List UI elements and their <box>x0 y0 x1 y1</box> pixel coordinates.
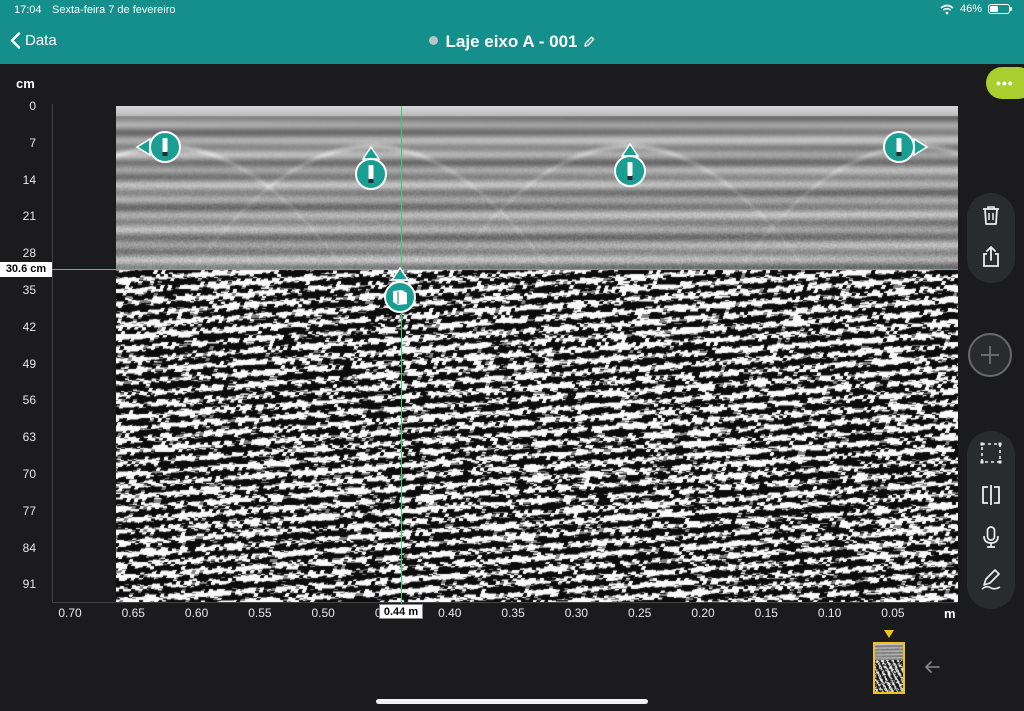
scan-thumbnail-image <box>875 644 903 692</box>
microphone-icon[interactable] <box>979 525 1003 549</box>
position-tick-label: 0.25 <box>628 606 652 620</box>
wifi-icon <box>940 4 954 14</box>
status-time: 17:04 <box>14 4 42 16</box>
depth-tick-label: 21 <box>22 209 36 224</box>
position-tick-label: 0.40 <box>438 606 462 620</box>
more-button[interactable]: ••• <box>986 67 1024 99</box>
battery-percent: 46% <box>959 3 982 15</box>
pencil-icon[interactable] <box>583 35 595 48</box>
status-date: Sexta-feira 7 de fevereiro <box>52 4 176 16</box>
position-tick-label: 0.50 <box>311 606 335 620</box>
depth-tick-label: 35 <box>22 283 36 297</box>
rebar-marker-1[interactable] <box>134 129 184 165</box>
ellipsis-icon: ••• <box>996 75 1014 91</box>
position-tick-label: 0.55 <box>248 606 272 620</box>
share-icon[interactable] <box>979 245 1003 269</box>
arrow-left-icon[interactable] <box>922 658 942 676</box>
scan-title: Laje eixo A - 001 <box>445 32 578 51</box>
rebar-marker-3[interactable] <box>612 142 648 190</box>
position-tick-label: 0.20 <box>691 606 715 620</box>
split-view-icon[interactable] <box>979 483 1003 507</box>
depth-tick-label: 77 <box>22 503 36 518</box>
position-tick-label: 0.70 <box>58 606 82 620</box>
scan-title-group[interactable]: Laje eixo A - 001 <box>0 32 1024 52</box>
depth-unit-label: cm <box>16 76 35 91</box>
position-axis-line <box>52 602 958 603</box>
file-tools <box>967 193 1015 283</box>
rebar-marker-4[interactable] <box>880 129 930 165</box>
status-dot <box>428 36 438 45</box>
scan-thumbnail[interactable] <box>873 642 905 694</box>
radargram[interactable] <box>116 106 958 602</box>
position-tick-label: 0.60 <box>184 606 209 620</box>
depth-tick-label: 84 <box>22 540 36 555</box>
slab-thickness-marker[interactable] <box>382 266 418 316</box>
trash-icon[interactable] <box>979 203 1003 227</box>
home-indicator <box>376 699 648 704</box>
position-tick-label: 0.15 <box>754 606 778 620</box>
position-tick-label: 0.05 <box>881 606 905 620</box>
position-unit-label: m <box>944 606 956 621</box>
depth-readout: 30.6 cm <box>0 262 52 277</box>
depth-axis-line <box>52 104 53 603</box>
depth-tick-label: 14 <box>22 172 36 187</box>
depth-tick-label: 49 <box>22 356 36 371</box>
depth-tick-label: 56 <box>22 393 36 408</box>
status-right: 46% <box>940 3 1012 15</box>
position-tick-label: 0.10 <box>817 606 842 620</box>
position-tick-label: 0.35 <box>501 606 525 620</box>
depth-tick-label: 70 <box>22 467 36 481</box>
position-tick-label: 0.30 <box>564 606 589 620</box>
status-bar: 17:04 Sexta-feira 7 de fevereiro 46% <box>0 0 1024 22</box>
pen-icon[interactable] <box>979 567 1003 591</box>
depth-tick-label: 28 <box>22 246 36 261</box>
battery-icon <box>988 4 1012 14</box>
edit-tools <box>967 431 1015 609</box>
depth-tick-label: 42 <box>22 319 36 334</box>
depth-tick-label: 91 <box>22 577 36 592</box>
plus-icon <box>981 346 999 364</box>
depth-tick-label: 7 <box>29 135 36 150</box>
depth-tick-label: 63 <box>22 430 36 445</box>
position-cursor-line[interactable] <box>401 106 402 606</box>
depth-tick-label: 0 <box>29 99 36 113</box>
depth-cursor-line[interactable] <box>52 269 958 270</box>
rebar-marker-2[interactable] <box>353 145 389 193</box>
nav-bar: Data Laje eixo A - 001 <box>0 22 1024 64</box>
position-tick-label: 0.65 <box>121 606 145 620</box>
add-button[interactable] <box>968 333 1012 377</box>
thumbnail-pointer-icon <box>884 630 894 638</box>
battery-fill <box>990 6 999 12</box>
position-readout: 0.44 m <box>379 604 423 619</box>
selection-box-icon[interactable] <box>979 441 1003 465</box>
radargram-canvas[interactable] <box>116 106 958 602</box>
